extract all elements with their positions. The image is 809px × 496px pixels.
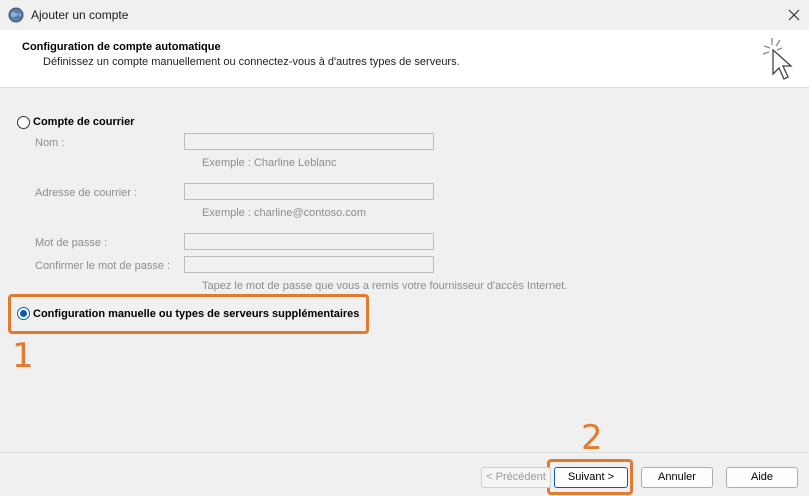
confirm-password-field[interactable] bbox=[184, 256, 434, 273]
email-account-label[interactable]: Compte de courrier bbox=[33, 116, 134, 128]
header-panel: Configuration de compte automatique Défi… bbox=[0, 30, 809, 88]
cancel-button[interactable]: Annuler bbox=[641, 467, 713, 488]
step2-number: 2 bbox=[581, 418, 603, 458]
step1-number: 1 bbox=[12, 336, 34, 376]
email-account-radio[interactable] bbox=[17, 116, 30, 129]
window-title: Ajouter un compte bbox=[31, 8, 129, 22]
email-hint: Exemple : charline@contoso.com bbox=[202, 207, 367, 219]
email-field[interactable] bbox=[184, 183, 434, 200]
help-button[interactable]: Aide bbox=[726, 467, 798, 488]
password-hint: Tapez le mot de passe que vous a remis v… bbox=[202, 280, 568, 292]
wizard-cursor-icon bbox=[758, 34, 800, 84]
outlook-globe-icon bbox=[8, 7, 24, 23]
header-title: Configuration de compte automatique bbox=[22, 41, 221, 53]
name-hint: Exemple : Charline Leblanc bbox=[202, 157, 337, 169]
title-bar: Ajouter un compte bbox=[0, 0, 809, 30]
confirm-password-label: Confirmer le mot de passe : bbox=[35, 260, 171, 272]
header-subtitle: Définissez un compte manuellement ou con… bbox=[43, 56, 460, 68]
name-label: Nom : bbox=[35, 137, 65, 149]
step1-highlight-box bbox=[8, 294, 369, 334]
next-button[interactable]: Suivant > bbox=[554, 467, 628, 488]
password-label: Mot de passe : bbox=[35, 237, 108, 249]
password-field[interactable] bbox=[184, 233, 434, 250]
email-label: Adresse de courrier : bbox=[35, 187, 138, 199]
close-button[interactable] bbox=[779, 0, 809, 30]
footer-divider bbox=[0, 452, 809, 453]
previous-button[interactable]: < Précédent bbox=[481, 467, 551, 488]
close-icon bbox=[788, 9, 800, 21]
name-field[interactable] bbox=[184, 133, 434, 150]
